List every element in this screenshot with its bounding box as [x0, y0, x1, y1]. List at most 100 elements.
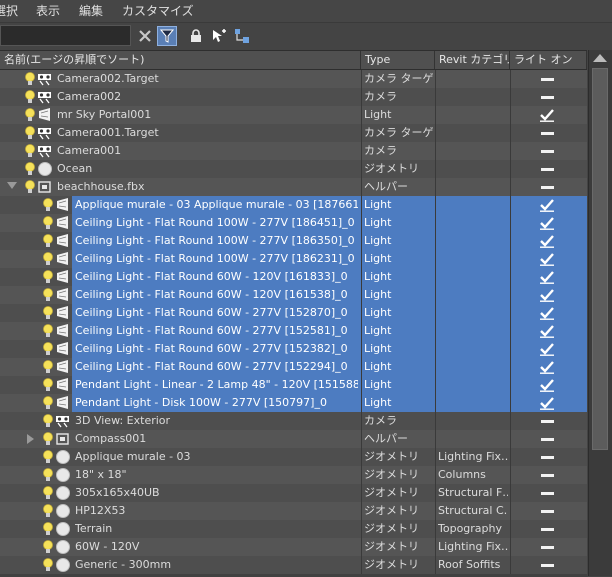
light-on-toggle[interactable] — [510, 502, 587, 520]
select-children-icon[interactable] — [209, 26, 229, 46]
light-on-toggle[interactable] — [510, 376, 587, 394]
column-light-on[interactable]: ライト オン — [510, 51, 587, 69]
light-on-toggle[interactable] — [510, 394, 587, 412]
light-on-toggle[interactable] — [510, 124, 587, 142]
bulb-icon[interactable] — [40, 557, 56, 573]
light-on-toggle[interactable] — [510, 286, 587, 304]
vertical-scrollbar[interactable] — [588, 50, 612, 576]
tree-row[interactable]: Ceiling Light - Flat Round 60W - 120V [1… — [0, 268, 587, 286]
bulb-icon[interactable] — [40, 395, 56, 411]
light-on-toggle[interactable] — [510, 106, 587, 124]
bulb-icon[interactable] — [22, 179, 38, 195]
tree-row[interactable]: Camera002 カメラ — [0, 88, 587, 106]
light-on-toggle[interactable] — [510, 520, 587, 538]
light-on-toggle[interactable] — [510, 340, 587, 358]
bulb-icon[interactable] — [40, 359, 56, 375]
light-on-toggle[interactable] — [510, 358, 587, 376]
column-name[interactable]: 名前(エージの昇順でソート) — [0, 51, 361, 69]
tree-row[interactable]: Camera001.Target カメラ ターゲ… — [0, 124, 587, 142]
tree-row[interactable]: Pendant Light - Disk 100W - 277V [150797… — [0, 394, 587, 412]
lock-icon[interactable] — [186, 26, 206, 46]
tree-row[interactable]: Ceiling Light - Flat Round 60W - 277V [1… — [0, 322, 587, 340]
collapse-icon[interactable] — [7, 182, 17, 189]
filter-icon[interactable] — [157, 26, 177, 46]
tree-row[interactable]: Ceiling Light - Flat Round 60W - 277V [1… — [0, 304, 587, 322]
bulb-icon[interactable] — [40, 287, 56, 303]
bulb-icon[interactable] — [40, 251, 56, 267]
tree-row[interactable]: Pendant Light - Linear - 2 Lamp 48" - 12… — [0, 376, 587, 394]
light-on-toggle[interactable] — [510, 538, 587, 556]
bulb-icon[interactable] — [22, 107, 38, 123]
bulb-icon[interactable] — [40, 485, 56, 501]
bulb-icon[interactable] — [40, 197, 56, 213]
bulb-icon[interactable] — [40, 323, 56, 339]
bulb-icon[interactable] — [22, 143, 38, 159]
light-on-toggle[interactable] — [510, 214, 587, 232]
bulb-icon[interactable] — [40, 305, 56, 321]
light-on-toggle[interactable] — [510, 322, 587, 340]
light-on-toggle[interactable] — [510, 196, 587, 214]
tree-row[interactable]: Applique murale - 03 ジオメトリ Lighting Fix… — [0, 448, 587, 466]
bulb-icon[interactable] — [40, 467, 56, 483]
bulb-icon[interactable] — [40, 449, 56, 465]
bulb-icon[interactable] — [40, 269, 56, 285]
bulb-icon[interactable] — [22, 89, 38, 105]
bulb-icon[interactable] — [22, 161, 38, 177]
bulb-icon[interactable] — [40, 413, 56, 429]
menu-view[interactable]: 表示 — [36, 3, 60, 19]
scroll-up-icon[interactable] — [593, 54, 607, 62]
tree-row[interactable]: Ocean ジオメトリ — [0, 160, 587, 178]
tree-row[interactable]: Ceiling Light - Flat Round 100W - 277V [… — [0, 214, 587, 232]
light-on-toggle[interactable] — [510, 178, 587, 196]
light-on-toggle[interactable] — [510, 430, 587, 448]
column-revit-category[interactable]: Revit カテゴリ — [435, 51, 510, 69]
light-on-toggle[interactable] — [510, 268, 587, 286]
light-on-toggle[interactable] — [510, 304, 587, 322]
light-on-toggle[interactable] — [510, 484, 587, 502]
tree-row[interactable]: mr Sky Portal001 Light — [0, 106, 587, 124]
tree-row[interactable]: Camera002.Target カメラ ターゲ… — [0, 70, 587, 88]
light-on-toggle[interactable] — [510, 412, 587, 430]
tree-row[interactable]: Ceiling Light - Flat Round 100W - 277V [… — [0, 232, 587, 250]
light-on-toggle[interactable] — [510, 250, 587, 268]
menu-customize[interactable]: カスタマイズ — [122, 3, 194, 19]
bulb-icon[interactable] — [40, 215, 56, 231]
bulb-icon[interactable] — [22, 71, 38, 87]
light-on-toggle[interactable] — [510, 88, 587, 106]
bulb-icon[interactable] — [40, 539, 56, 555]
bulb-icon[interactable] — [40, 233, 56, 249]
tree-row[interactable]: Applique murale - 03 Applique murale - 0… — [0, 196, 587, 214]
light-on-toggle[interactable] — [510, 466, 587, 484]
light-on-toggle[interactable] — [510, 448, 587, 466]
tree-row[interactable]: 60W - 120V ジオメトリ Lighting Fix… — [0, 538, 587, 556]
tree-row[interactable]: Ceiling Light - Flat Round 60W - 277V [1… — [0, 358, 587, 376]
light-on-toggle[interactable] — [510, 556, 587, 574]
tree-row[interactable]: Ceiling Light - Flat Round 60W - 277V [1… — [0, 340, 587, 358]
tree-row[interactable]: Ceiling Light - Flat Round 60W - 120V [1… — [0, 286, 587, 304]
tree-row[interactable]: Terrain ジオメトリ Topography — [0, 520, 587, 538]
tree-row[interactable]: 305x165x40UB ジオメトリ Structural F… — [0, 484, 587, 502]
tree-row[interactable]: Compass001 ヘルパー — [0, 430, 587, 448]
tree-row[interactable]: Generic - 300mm ジオメトリ Roof Soffits — [0, 556, 587, 574]
tree-row[interactable]: beachhouse.fbx ヘルパー — [0, 178, 587, 196]
tree-row[interactable]: 3D View: Exterior カメラ — [0, 412, 587, 430]
column-type[interactable]: Type — [361, 51, 435, 69]
tree-row[interactable]: HP12X53 ジオメトリ Structural C… — [0, 502, 587, 520]
light-on-toggle[interactable] — [510, 142, 587, 160]
tree-row[interactable]: Ceiling Light - Flat Round 100W - 277V [… — [0, 250, 587, 268]
bulb-icon[interactable] — [22, 125, 38, 141]
bulb-icon[interactable] — [40, 521, 56, 537]
menu-edit[interactable]: 編集 — [79, 3, 103, 19]
menu-select[interactable]: 選択 — [0, 3, 18, 19]
bulb-icon[interactable] — [40, 503, 56, 519]
search-input[interactable] — [0, 25, 131, 46]
hierarchy-select-icon[interactable] — [232, 26, 252, 46]
tree-row[interactable]: 18" x 18" ジオメトリ Columns — [0, 466, 587, 484]
light-on-toggle[interactable] — [510, 160, 587, 178]
tree-row[interactable]: Camera001 カメラ — [0, 142, 587, 160]
scroll-thumb[interactable] — [592, 68, 608, 450]
bulb-icon[interactable] — [40, 431, 56, 447]
bulb-icon[interactable] — [40, 377, 56, 393]
expand-icon[interactable] — [27, 434, 34, 444]
bulb-icon[interactable] — [40, 341, 56, 357]
